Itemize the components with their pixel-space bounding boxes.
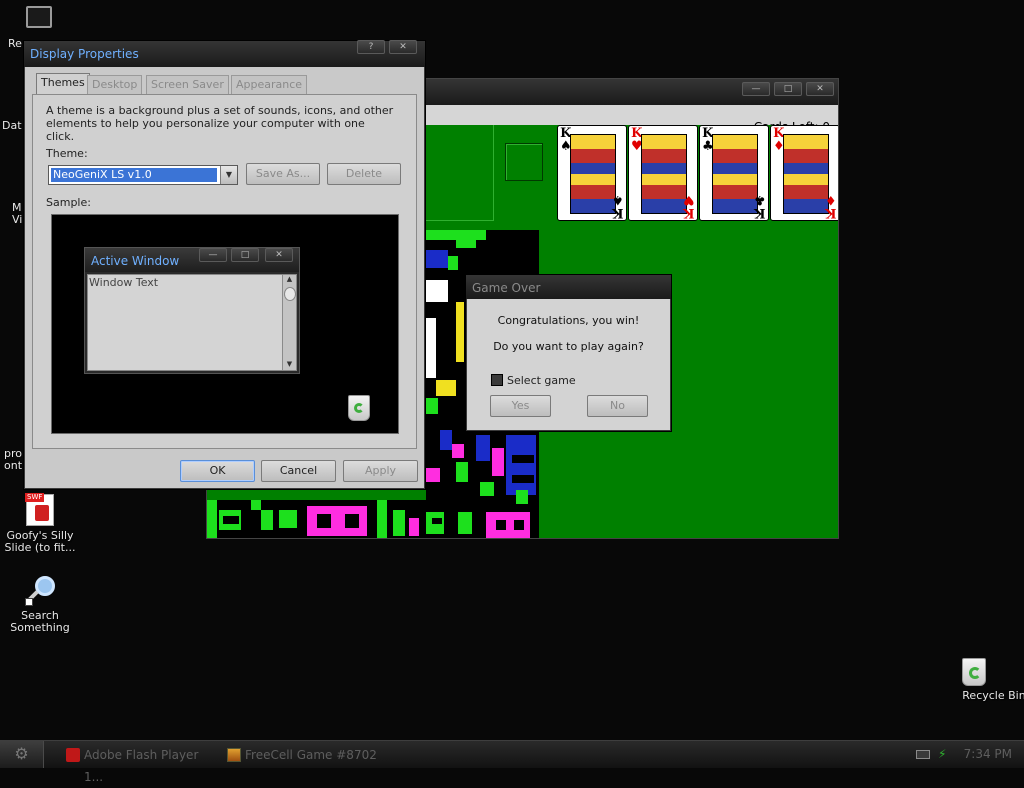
scroll-thumb [283,287,296,301]
flash-f-glyph [35,505,49,521]
display-properties-titlebar[interactable]: Display Properties ? ✕ [24,40,425,67]
no-button[interactable]: No [587,395,648,417]
king-face-art [783,134,829,214]
king-face-art [712,134,758,214]
desktop-icon-label: Goofy's Silly Slide (to fit... [4,529,76,554]
cancel-button[interactable]: Cancel [261,460,336,482]
theme-dropdown[interactable]: NeoGeniX LS v1.0 ▼ [48,165,238,185]
close-button[interactable]: ✕ [389,40,417,54]
game-over-titlebar[interactable]: Game Over [466,275,671,299]
sample-scrollbar: ▲ ▼ [282,275,296,370]
card-index-bottom: K ♥ [683,192,695,220]
desktop-icon-label: Recycle Bin [962,689,1024,702]
recycle-bin-icon [348,395,370,421]
sample-maximize-icon: □ [231,248,259,262]
freecell-icon [227,748,241,762]
desktop-icon-goofy-slide[interactable]: SWF Goofy's Silly Slide (to fit... [0,493,80,554]
start-gear-icon: ⚙ [14,744,29,763]
themes-tab-panel: A theme is a background plus a set of so… [32,94,417,449]
card-king-diamonds[interactable]: K ♦ K ♦ [770,125,838,221]
minimize-button[interactable]: — [742,82,770,96]
tab-appearance[interactable]: Appearance [231,75,308,94]
home-cell-slot[interactable] [505,143,543,181]
taskbar-item-freecell[interactable]: FreeCell Game #8702 [225,744,395,766]
recycle-bin-icon [962,658,986,686]
tab-desktop[interactable]: Desktop [87,75,143,94]
card-king-hearts[interactable]: K ♥ K ♥ [628,125,698,221]
partial-icon-label-3[interactable]: M Vi [12,202,22,226]
computer-icon[interactable] [26,6,52,28]
theme-label: Theme: [46,147,88,160]
sample-window-title: Active Window [91,254,180,268]
display-properties-window[interactable]: Display Properties ? ✕ Themes Desktop Sc… [23,40,426,490]
card-king-spades[interactable]: K ♠ K ♠ [557,125,627,221]
select-game-checkbox[interactable] [491,374,503,386]
sample-label: Sample: [46,196,91,209]
window-title: Display Properties [30,47,139,61]
sample-active-window: Active Window — □ ✕ Window Text ▲ ▼ [84,247,300,374]
taskbar-item-label: FreeCell Game #8702 [245,748,377,762]
chevron-up-icon: ▲ [286,275,293,283]
theme-dropdown-value: NeoGeniX LS v1.0 [51,168,217,182]
help-button[interactable]: ? [357,40,385,54]
select-game-label[interactable]: Select game [507,374,576,387]
congratulations-text: Congratulations, you win! [497,314,640,327]
theme-description: A theme is a background plus a set of so… [46,104,394,143]
search-magnifier-icon [25,576,55,606]
win-animation-glitch-left [207,500,426,538]
chevron-down-icon[interactable]: ▼ [220,166,237,184]
taskbar-item-flash-player[interactable]: Adobe Flash Player 1... [64,744,214,784]
sample-minimize-icon: — [199,248,227,262]
yes-button[interactable]: Yes [490,395,551,417]
theme-sample-preview: Active Window — □ ✕ Window Text ▲ ▼ [51,214,399,434]
card-index-bottom: K ♠ [612,192,624,220]
sample-close-icon: ✕ [265,248,293,262]
desktop: Re Dat M Vi pro ont SWF Goofy's Silly Sl… [0,0,1024,740]
king-face-art [570,134,616,214]
chevron-down-icon: ▼ [286,360,293,368]
desktop-icon-search-something[interactable]: Search Something [0,576,80,634]
swf-badge: SWF [25,493,45,502]
play-again-text: Do you want to play again? [493,340,644,353]
card-king-clubs[interactable]: K ♣ K ♣ [699,125,769,221]
maximize-button[interactable]: □ [774,82,802,96]
sample-window-body: Window Text ▲ ▼ [87,274,297,371]
close-button[interactable]: ✕ [806,82,834,96]
tab-screen-saver[interactable]: Screen Saver [146,75,229,94]
sample-window-text: Window Text [89,276,159,289]
flash-player-icon [66,748,80,762]
card-index-bottom: K ♣ [754,192,766,220]
ok-button[interactable]: OK [180,460,255,482]
flash-swf-icon: SWF [25,493,54,526]
delete-button[interactable]: Delete [327,163,401,185]
network-tray-icon[interactable]: ⚡ [938,747,950,761]
taskbar-item-label: Adobe Flash Player 1... [84,748,199,784]
partial-icon-label-2[interactable]: Dat [2,120,22,132]
tab-themes[interactable]: Themes [36,73,90,95]
start-button[interactable]: ⚙ [0,741,44,768]
partial-icon-label-4[interactable]: pro ont [4,448,22,472]
desktop-icon-label: Search Something [10,609,70,634]
freecell-area-outline [426,125,494,221]
sample-window-titlebar: Active Window — □ ✕ [85,248,299,272]
game-over-dialog[interactable]: Game Over Congratulations, you win! Do y… [465,274,672,432]
taskbar: ⚙ Adobe Flash Player 1... FreeCell Game … [0,740,1024,784]
king-face-art [641,134,687,214]
partial-icon-label-1[interactable]: Re [8,38,22,50]
apply-button[interactable]: Apply [343,460,418,482]
desktop-icon-recycle-bin[interactable]: Recycle Bin [934,658,1024,702]
taskbar-clock[interactable]: 7:34 PM [964,741,1012,768]
keyboard-tray-icon[interactable] [916,750,930,759]
card-index-bottom: K ♦ [825,192,837,220]
save-as-button[interactable]: Save As... [246,163,320,185]
